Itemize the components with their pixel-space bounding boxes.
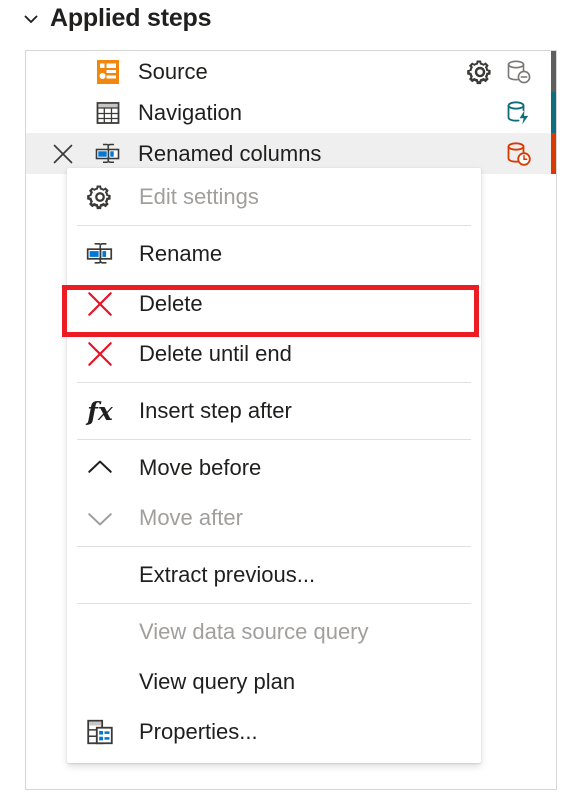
menu-item-delete[interactable]: Delete [67, 279, 481, 329]
navigation-table-icon [96, 101, 120, 124]
menu-item-label: Delete [139, 291, 203, 316]
menu-item-label: Rename [139, 241, 223, 266]
no-icon-placeholder [83, 558, 117, 592]
chevron-down-icon [83, 501, 117, 535]
menu-item-label: View query plan [139, 669, 296, 694]
delete-x-icon [83, 337, 117, 371]
applied-step-indicators [505, 92, 556, 133]
close-x-icon[interactable] [52, 143, 74, 165]
menu-item-label: View data source query [139, 619, 369, 644]
applied-steps-header[interactable]: Applied steps [22, 4, 212, 33]
fx-icon: fx [87, 396, 113, 426]
no-icon-placeholder [83, 665, 117, 699]
menu-separator [77, 603, 471, 604]
menu-item-label: Delete until end [139, 341, 292, 366]
fold-status-bar [551, 92, 556, 133]
menu-item-label: Properties... [139, 719, 258, 744]
applied-step-label: Source [138, 58, 208, 84]
menu-item-view-data-source-query[interactable]: View data source query [67, 607, 481, 657]
folding-pending-icon[interactable] [505, 140, 533, 168]
properties-icon [83, 715, 117, 749]
delete-x-icon [83, 287, 117, 321]
gear-icon [83, 180, 117, 214]
menu-separator [77, 546, 471, 547]
applied-step-label: Navigation [138, 99, 242, 125]
folding-supported-icon[interactable] [505, 99, 533, 127]
menu-item-delete-until-end[interactable]: Delete until end [67, 329, 481, 379]
menu-item-label: Extract previous... [139, 562, 316, 587]
page-title: Applied steps [50, 4, 212, 32]
folding-not-supported-icon[interactable] [505, 58, 533, 86]
menu-item-rename[interactable]: Rename [67, 229, 481, 279]
menu-item-view-query-plan[interactable]: View query plan [67, 657, 481, 707]
rename-columns-icon [95, 143, 120, 163]
gear-icon[interactable] [465, 57, 495, 87]
chevron-down-icon[interactable] [22, 10, 40, 28]
source-step-icon [97, 59, 119, 84]
menu-item-insert-step-after[interactable]: fx Insert step after [67, 386, 481, 436]
applied-step-row-source[interactable]: Source [26, 51, 556, 92]
chevron-up-icon [83, 451, 117, 485]
menu-separator [77, 382, 471, 383]
menu-item-label: Edit settings [139, 184, 259, 209]
no-icon-placeholder [83, 615, 117, 649]
menu-item-move-after[interactable]: Move after [67, 493, 481, 543]
menu-item-properties[interactable]: Properties... [67, 707, 481, 757]
applied-step-row-navigation[interactable]: Navigation [26, 92, 556, 133]
menu-separator [77, 439, 471, 440]
applied-step-context-menu: Edit settings Rename Delete Delete until… [67, 168, 481, 763]
fold-status-bar [551, 51, 556, 92]
menu-item-label: Move before [139, 455, 262, 480]
menu-item-edit-settings[interactable]: Edit settings [67, 172, 481, 222]
applied-step-indicators [465, 51, 556, 92]
fold-status-bar [551, 133, 556, 174]
menu-item-label: Move after [139, 505, 243, 530]
rename-icon [83, 237, 117, 271]
menu-item-move-before[interactable]: Move before [67, 443, 481, 493]
menu-item-label: Insert step after [139, 398, 292, 423]
menu-item-extract-previous[interactable]: Extract previous... [67, 550, 481, 600]
applied-step-indicators [505, 133, 556, 174]
menu-separator [77, 225, 471, 226]
applied-step-label: Renamed columns [138, 140, 322, 166]
